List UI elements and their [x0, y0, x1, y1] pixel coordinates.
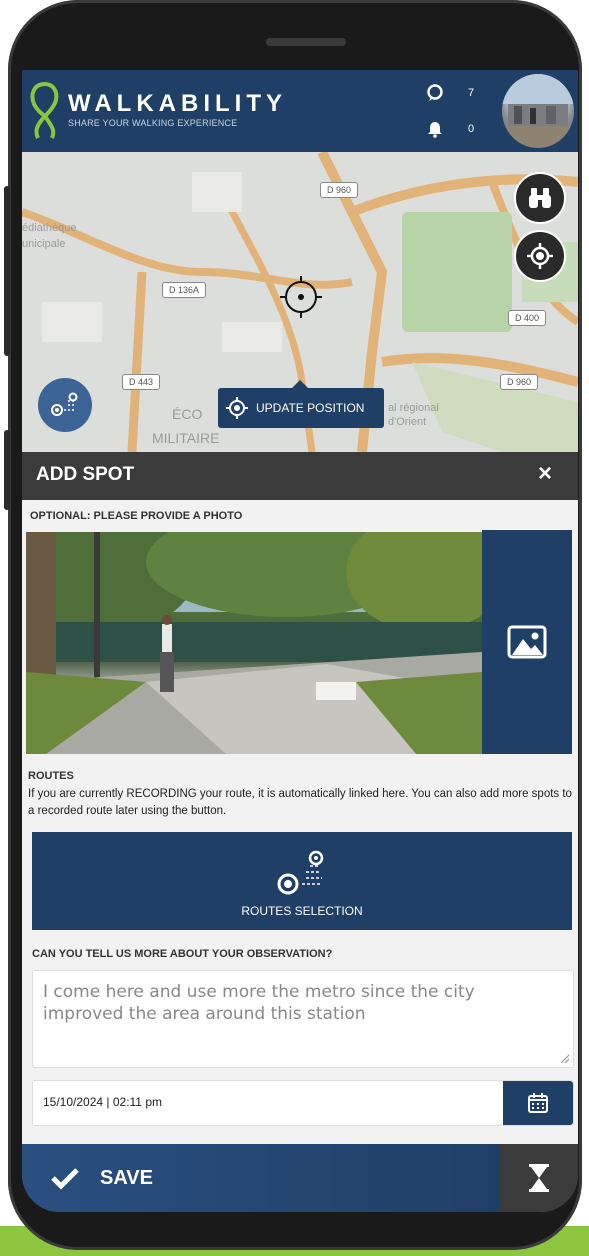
photo-section-label: OPTIONAL: PLEASE PROVIDE A PHOTO: [30, 510, 243, 522]
comments-count: 7: [468, 87, 475, 99]
routes-selection-button[interactable]: ROUTES SELECTION: [32, 832, 572, 930]
park-photo-image: [26, 532, 482, 754]
map-view[interactable]: D 960 D 136A D 443 D 400 D 960 édiathèqu…: [22, 152, 578, 452]
routes-selection-label: ROUTES SELECTION: [241, 904, 363, 918]
bell-icon: [428, 122, 442, 138]
target-icon: [226, 397, 248, 419]
road-label: D 136A: [162, 282, 207, 298]
add-spot-header: ADD SPOT ×: [22, 452, 578, 500]
app-tagline: SHARE YOUR WALKING EXPERIENCE: [68, 118, 238, 128]
update-position-label: UPDATE POSITION: [256, 401, 365, 415]
datetime-field[interactable]: 15/10/2024 | 02:11 pm: [32, 1080, 574, 1126]
save-button[interactable]: SAVE: [22, 1144, 500, 1212]
observation-text: I come here and use more the metro since…: [43, 982, 475, 1024]
volume-button: [4, 186, 10, 356]
binoculars-icon: [529, 188, 551, 208]
save-label: SAVE: [100, 1166, 153, 1189]
resize-handle-icon[interactable]: [559, 1053, 569, 1063]
app-header: WALKABILITY SHARE YOUR WALKING EXPERIENC…: [22, 70, 578, 152]
calendar-icon: [528, 1093, 548, 1113]
map-place-label: unicipale: [22, 238, 66, 250]
road-label: D 960: [320, 182, 359, 198]
notifications-count: 0: [468, 123, 475, 135]
add-photo-button[interactable]: [482, 530, 572, 754]
close-icon[interactable]: ×: [538, 460, 552, 488]
routes-icon: [51, 392, 78, 416]
routes-description: If you are currently RECORDING your rout…: [28, 788, 572, 817]
user-avatar[interactable]: [502, 74, 574, 148]
road-label: D 400: [508, 310, 547, 326]
map-place-label: édiathèque: [22, 222, 77, 234]
avatar-photo: [502, 74, 574, 148]
road-label: D 443: [122, 374, 161, 390]
notifications-counter[interactable]: 0: [426, 118, 474, 140]
comment-icon: [427, 84, 443, 101]
check-icon: [51, 1168, 79, 1190]
road-label: D 960: [500, 374, 539, 390]
map-place-label: d'Orient: [388, 416, 427, 428]
routes-title: ROUTES: [28, 770, 74, 782]
binoculars-button[interactable]: [514, 172, 566, 224]
calendar-button[interactable]: [503, 1081, 573, 1125]
app-screen: WALKABILITY SHARE YOUR WALKING EXPERIENC…: [22, 70, 578, 1212]
map-place-label: MILITAIRE: [152, 430, 220, 446]
observation-textarea[interactable]: I come here and use more the metro since…: [32, 970, 574, 1068]
spot-photo: [26, 532, 482, 754]
datetime-value: 15/10/2024 | 02:11 pm: [43, 1095, 162, 1109]
walkability-logo-icon: [30, 81, 59, 139]
panel-title: ADD SPOT: [36, 464, 135, 485]
observation-label: CAN YOU TELL US MORE ABOUT YOUR OBSERVAT…: [32, 948, 333, 960]
locate-button[interactable]: [514, 230, 566, 282]
hourglass-icon: [529, 1164, 549, 1192]
routes-fab-button[interactable]: [38, 378, 92, 432]
footer-bar: SAVE: [22, 1144, 578, 1212]
crosshair-icon: [280, 276, 322, 318]
update-position-button[interactable]: UPDATE POSITION: [218, 380, 384, 428]
map-place-label: al régional: [388, 402, 439, 414]
map-place-label: ÉCO: [172, 406, 203, 422]
update-position-caret: [292, 380, 308, 388]
routes-selection-icon: [277, 850, 324, 895]
app-brand: WALKABILITY: [68, 90, 287, 117]
phone-speaker: [266, 38, 346, 46]
image-icon: [507, 625, 547, 659]
comments-counter[interactable]: 7: [426, 82, 474, 104]
power-button: [4, 430, 10, 510]
locate-icon: [527, 243, 553, 269]
timer-button[interactable]: [500, 1144, 578, 1212]
